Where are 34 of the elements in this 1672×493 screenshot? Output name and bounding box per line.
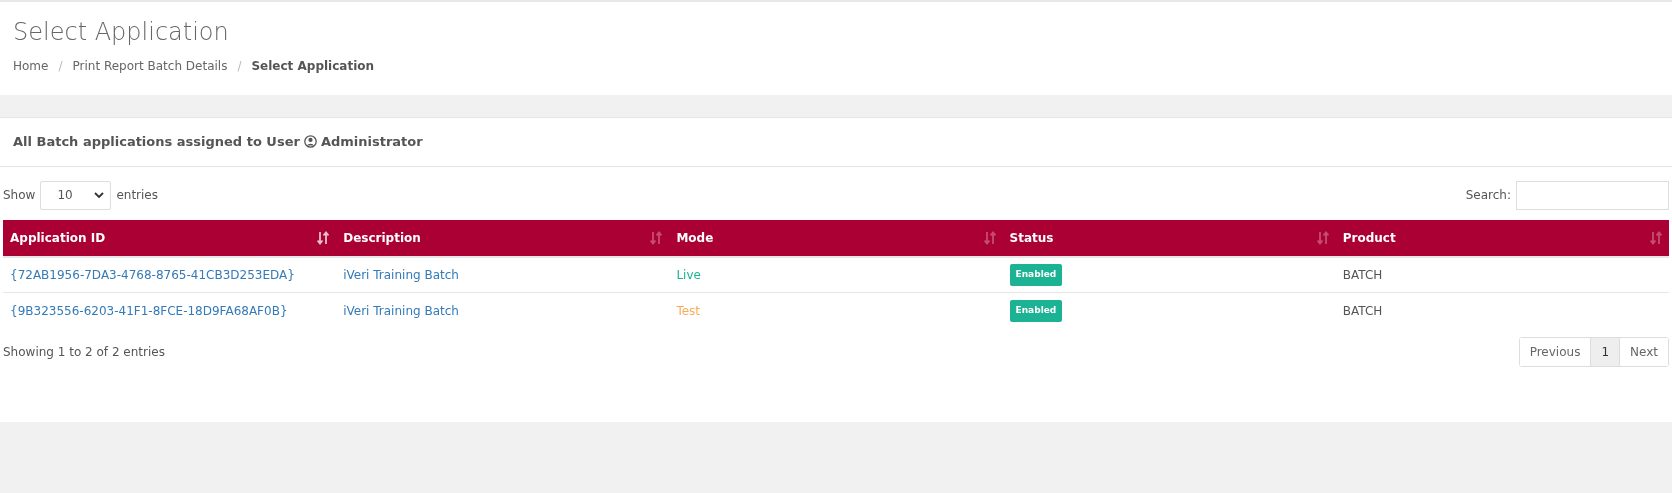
column-header[interactable]: Product	[1342, 228, 1396, 247]
description-link[interactable]: iVeri Training Batch	[343, 303, 459, 318]
breadcrumb-link[interactable]: Print Report Batch Details	[72, 56, 228, 75]
product-text: BATCH	[1342, 267, 1383, 282]
show-label: Show	[3, 187, 36, 204]
application-id-link[interactable]: {9B323556-6203-41F1-8FCE-18D9FA68AF0B}	[10, 303, 288, 318]
mode-text: Live	[676, 267, 701, 282]
page-length-select[interactable]: 10	[40, 180, 112, 210]
application-id-link[interactable]: {72AB1956-7DA3-4768-8765-41CB3D253EDA}	[10, 267, 295, 282]
status-badge: Enabled	[1009, 300, 1063, 322]
column-header[interactable]: Application ID	[10, 228, 106, 247]
column-header[interactable]: Status	[1009, 228, 1054, 247]
column-header[interactable]: Description	[343, 228, 421, 247]
product-text: BATCH	[1342, 303, 1383, 318]
user-name: Administrator	[320, 133, 423, 151]
breadcrumb-current: Select Application	[251, 57, 375, 75]
search-field[interactable]	[1516, 180, 1669, 210]
mode-text: Test	[676, 303, 700, 318]
sort-icon[interactable]	[317, 230, 330, 245]
description-link[interactable]: iVeri Training Batch	[343, 267, 459, 282]
panel-heading: All Batch applications assigned to User	[13, 133, 300, 151]
page-title: Select Application	[13, 18, 230, 47]
breadcrumb-separator: /	[237, 57, 242, 75]
table-info: Showing 1 to 2 of 2 entries	[3, 343, 165, 361]
entries-label: entries	[116, 187, 158, 204]
search-label: Search:	[1465, 187, 1511, 204]
status-badge: Enabled	[1009, 264, 1063, 286]
breadcrumb-separator: /	[58, 57, 63, 75]
chevron-down-icon	[94, 191, 105, 199]
breadcrumb-link[interactable]: Home	[13, 56, 49, 75]
column-header[interactable]: Mode	[676, 228, 714, 247]
pagination-button[interactable]: 1	[1590, 337, 1620, 366]
user-icon	[303, 135, 317, 149]
pagination-button[interactable]: Next	[1619, 337, 1668, 366]
